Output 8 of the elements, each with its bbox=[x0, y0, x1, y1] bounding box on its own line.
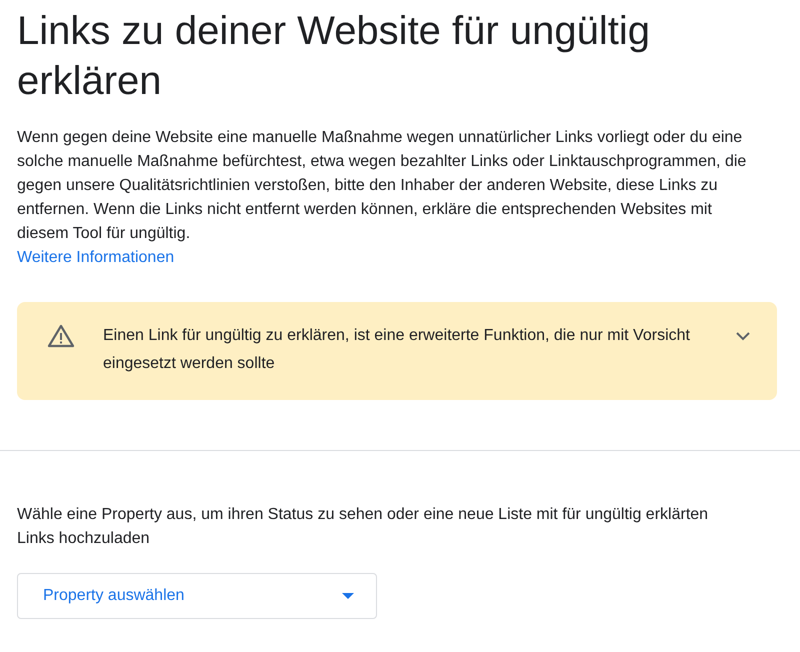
warning-icon bbox=[47, 324, 75, 348]
dropdown-icon bbox=[342, 593, 354, 599]
more-info-link[interactable]: Weitere Informationen bbox=[17, 246, 174, 270]
page-title: Links zu deiner Website für ungültig erklären bbox=[17, 8, 651, 105]
intro-paragraph: Wenn gegen deine Website eine manuelle Maßnahme wegen unnatürlicher Links vorliegt oder du eine solche manuelle Maßnahme befürchtest, etwa wegen bezahlter Links oder Linktauschprogrammen, die gegen unsere Qualitätsrichtlinien verstoßen, bitte den Inhaber der anderen Website, diese Links zu entfernen. Wenn die Links nicht entfernt werden können, erkläre die entsprechenden Websites mit diesem Tool für ungültig. bbox=[17, 128, 747, 244]
property-prompt: Wähle eine Property aus, um ihren Status zu sehen oder eine neue Liste mit für ungültig erklärten Links hochzuladen bbox=[17, 505, 710, 549]
warning-text: Einen Link für ungültig zu erklären, ist eine erweiterte Funktion, die nur mit Vorsicht eingesetzt werden sollte bbox=[103, 326, 691, 374]
property-select[interactable]: Property auswählen bbox=[17, 573, 377, 619]
